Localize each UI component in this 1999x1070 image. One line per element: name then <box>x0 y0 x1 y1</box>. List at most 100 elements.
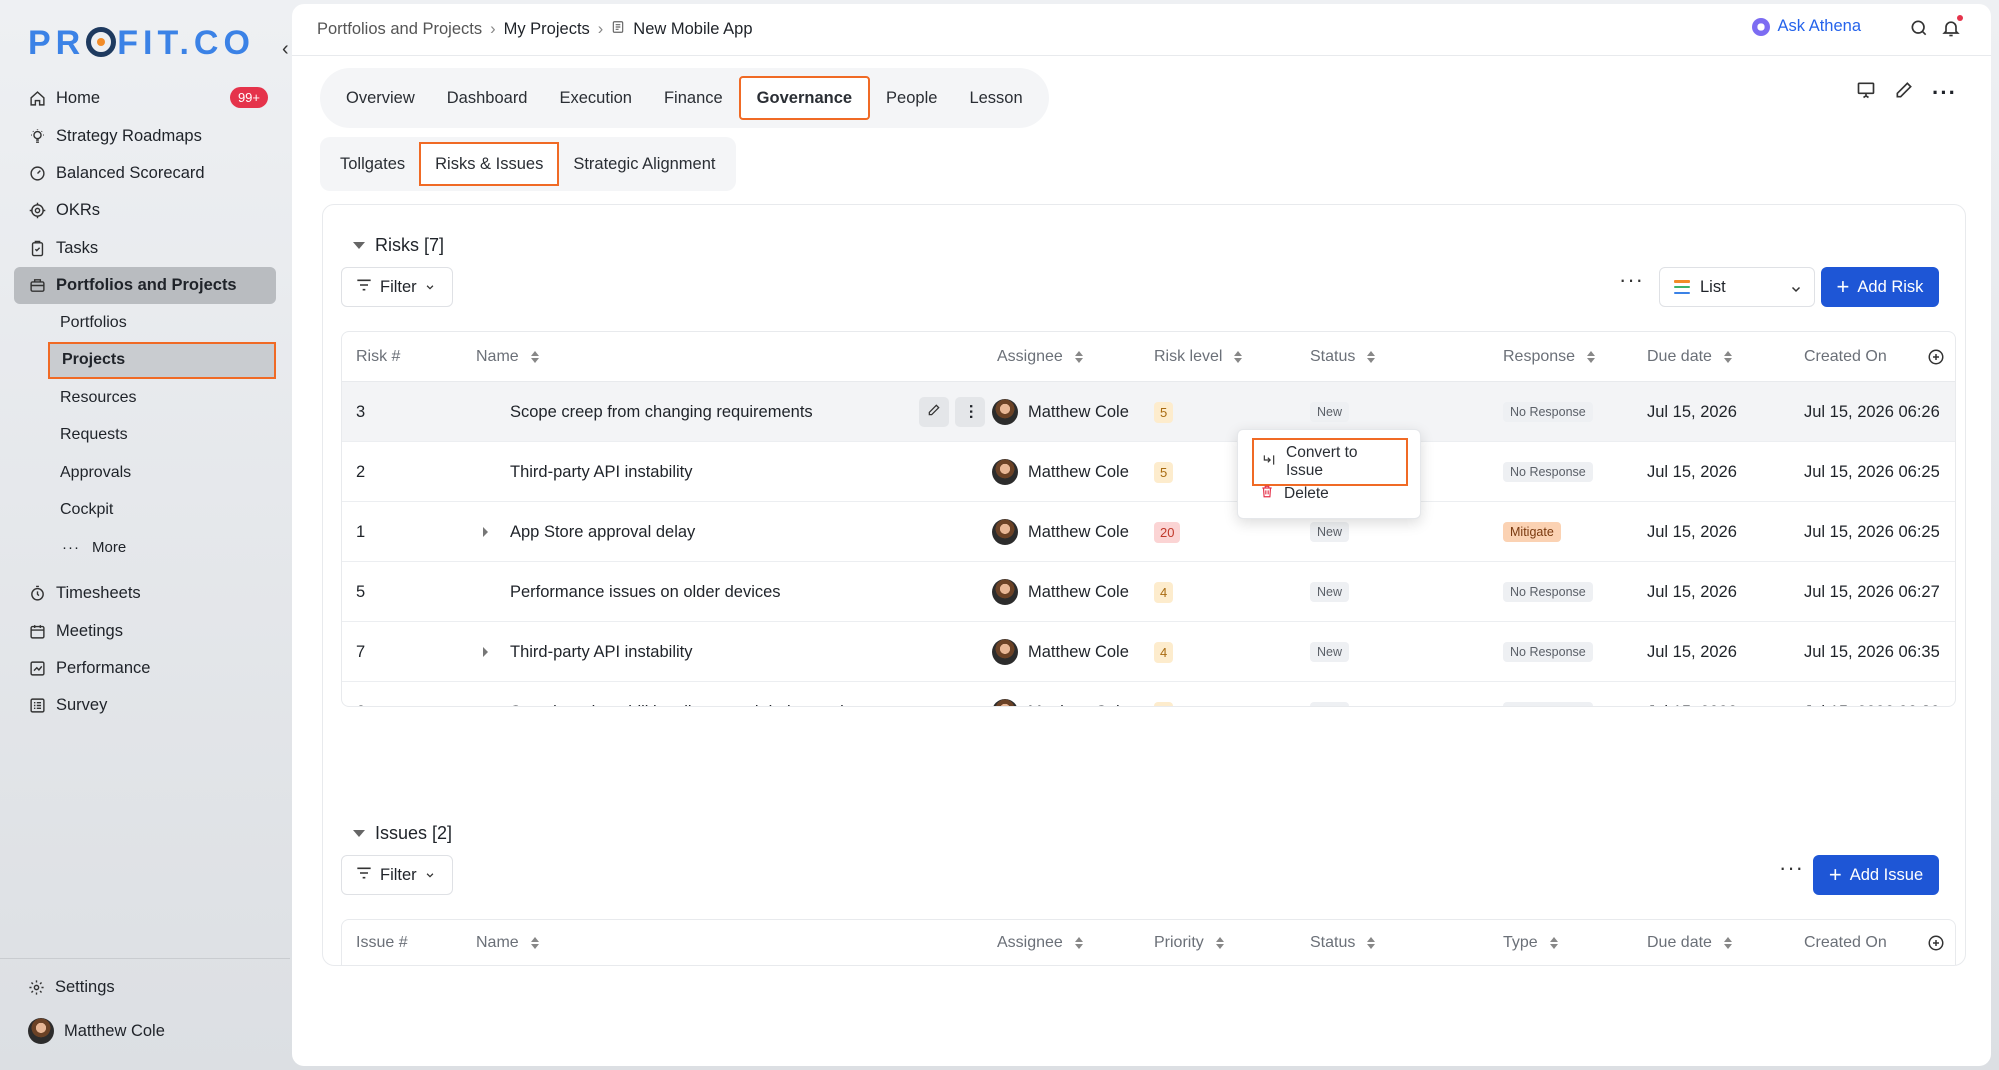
sidebar-item-meetings[interactable]: Meetings <box>14 612 276 649</box>
table-row[interactable]: 1 App Store approval delay Matthew Cole 20 N… <box>342 502 1955 562</box>
add-column-icon[interactable] <box>1927 348 1945 366</box>
tab-risks-issues[interactable]: Risks & Issues <box>419 142 560 186</box>
column-header-type[interactable]: Type <box>1503 934 1558 952</box>
column-header-assignee[interactable]: Assignee <box>997 934 1083 952</box>
sidebar-item-strategy-roadmaps[interactable]: Strategy Roadmaps <box>14 117 276 154</box>
response-cell[interactable]: No Response <box>1503 622 1593 682</box>
assignee[interactable]: Matthew Cole <box>992 562 1129 622</box>
tab-overview[interactable]: Overview <box>330 76 431 120</box>
table-row[interactable]: 7 Third-party API instability Matthew Cole… <box>342 622 1955 682</box>
tab-execution[interactable]: Execution <box>544 76 648 120</box>
sidebar-more[interactable]: ··· More <box>14 529 276 566</box>
status-cell[interactable]: New <box>1310 682 1350 706</box>
sidebar-item-performance[interactable]: Performance <box>14 650 276 687</box>
logo[interactable]: PR FIT.CO <box>28 24 255 63</box>
sidebar-subitem-requests[interactable]: Requests <box>14 417 276 454</box>
risk-name[interactable]: Third-party API instability <box>510 442 692 502</box>
assignee[interactable]: Matthew Cole <box>992 622 1129 682</box>
risks-section-toggle[interactable]: Risks [7] <box>353 235 444 256</box>
sidebar-item-tasks[interactable]: Tasks <box>14 230 276 267</box>
column-header-issue-number[interactable]: Issue # <box>356 934 408 952</box>
column-header-priority[interactable]: Priority <box>1154 934 1224 952</box>
view-select[interactable]: List <box>1659 267 1815 307</box>
table-row[interactable]: 2 Third-party API instability Matthew Cole… <box>342 442 1955 502</box>
risk-name[interactable]: Third-party API instability <box>510 622 692 682</box>
collapse-sidebar-icon[interactable]: ‹ <box>282 38 289 61</box>
issues-filter-button[interactable]: Filter <box>341 855 453 895</box>
response-cell[interactable]: No Response <box>1503 562 1593 622</box>
tab-tollgates[interactable]: Tollgates <box>326 142 419 186</box>
column-header-assignee[interactable]: Assignee <box>997 348 1083 366</box>
sidebar-item-balanced-scorecard[interactable]: Balanced Scorecard <box>14 155 276 192</box>
column-header-status[interactable]: Status <box>1310 934 1376 952</box>
status-cell[interactable]: New <box>1310 562 1350 622</box>
status-cell[interactable]: New <box>1310 622 1350 682</box>
sidebar-subitem-resources[interactable]: Resources <box>14 379 276 416</box>
risk-name[interactable]: App Store approval delay <box>510 502 695 562</box>
bell-icon[interactable] <box>1941 15 1963 43</box>
column-header-response[interactable]: Response <box>1503 348 1596 366</box>
ask-athena-button[interactable]: Ask Athena <box>1751 17 1861 36</box>
assignee[interactable]: Matthew Cole <box>992 502 1129 562</box>
tab-people[interactable]: People <box>870 76 953 120</box>
tab-finance[interactable]: Finance <box>648 76 739 120</box>
column-header-status[interactable]: Status <box>1310 348 1376 366</box>
add-column-icon[interactable] <box>1927 934 1945 952</box>
row-actions-button[interactable]: ··· <box>955 397 985 427</box>
sidebar-subitem-cockpit[interactable]: Cockpit <box>14 491 276 528</box>
presentation-icon[interactable] <box>1856 80 1876 105</box>
sidebar-subitem-portfolios[interactable]: Portfolios <box>14 304 276 341</box>
table-row[interactable]: 6 Security vulnerabilities discovered dur… <box>342 682 1955 707</box>
edit-icon[interactable] <box>1894 80 1914 105</box>
column-header-created-on[interactable]: Created On <box>1804 348 1887 366</box>
due-date: Jul 15, 2026 <box>1647 522 1737 541</box>
assignee[interactable]: Matthew Cole <box>992 382 1129 442</box>
add-risk-button[interactable]: + Add Risk <box>1821 267 1939 307</box>
column-header-due-date[interactable]: Due date <box>1647 348 1732 366</box>
search-icon[interactable] <box>1909 18 1929 43</box>
expand-row-icon[interactable] <box>483 527 488 537</box>
breadcrumb-portfolios-and-projects[interactable]: Portfolios and Projects <box>317 20 482 39</box>
risk-name[interactable]: Performance issues on older devices <box>510 562 781 622</box>
column-header-created-on[interactable]: Created On <box>1804 934 1887 952</box>
column-header-name[interactable]: Name <box>476 348 539 366</box>
column-header-risk-number[interactable]: Risk # <box>356 348 400 366</box>
response-cell[interactable]: No Response <box>1503 682 1593 706</box>
add-issue-button[interactable]: + Add Issue <box>1813 855 1939 895</box>
sidebar-item-settings[interactable]: Settings <box>28 978 115 997</box>
column-header-due-date[interactable]: Due date <box>1647 934 1732 952</box>
assignee[interactable]: Matthew Cole <box>992 442 1129 502</box>
tab-strategic-alignment[interactable]: Strategic Alignment <box>559 142 729 186</box>
sidebar-subitem-approvals[interactable]: Approvals <box>14 454 276 491</box>
sidebar-item-survey[interactable]: Survey <box>14 687 276 724</box>
table-row[interactable]: 3 Scope creep from changing requirements ·… <box>342 382 1955 442</box>
sidebar-item-okrs[interactable]: OKRs <box>14 192 276 229</box>
response-cell[interactable]: No Response <box>1503 382 1593 442</box>
risk-name[interactable]: Security vulnerabilities discovered duri… <box>510 682 862 707</box>
issues-section-toggle[interactable]: Issues [2] <box>353 823 452 844</box>
table-row[interactable]: 5 Performance issues on older devices Matt… <box>342 562 1955 622</box>
tab-governance[interactable]: Governance <box>738 76 871 120</box>
response-cell[interactable]: Mitigate <box>1503 502 1561 562</box>
breadcrumb-my-projects[interactable]: My Projects <box>504 20 590 39</box>
risks-filter-button[interactable]: Filter <box>341 267 453 307</box>
sidebar-item-timesheets[interactable]: Timesheets <box>14 575 276 612</box>
sidebar-item-portfolios-and-projects[interactable]: Portfolios and Projects <box>14 266 276 305</box>
expand-row-icon[interactable] <box>483 647 488 657</box>
more-options-icon[interactable]: ··· <box>1932 81 1957 103</box>
risks-more-icon[interactable]: ··· <box>1619 267 1644 293</box>
assignee[interactable]: Matthew Cole <box>992 682 1129 706</box>
sidebar-subitem-projects[interactable]: Projects <box>48 341 276 380</box>
column-header-risk-level[interactable]: Risk level <box>1154 348 1243 366</box>
edit-row-button[interactable] <box>919 397 949 427</box>
response-cell[interactable]: No Response <box>1503 442 1593 502</box>
convert-to-issue-menu-item[interactable]: Convert to Issue <box>1252 438 1408 486</box>
tab-dashboard[interactable]: Dashboard <box>431 76 544 120</box>
tab-lesson[interactable]: Lesson <box>953 76 1038 120</box>
delete-menu-item[interactable]: Delete <box>1260 484 1329 504</box>
column-header-name[interactable]: Name <box>476 934 539 952</box>
risk-name[interactable]: Scope creep from changing requirements <box>510 382 813 442</box>
user-profile[interactable]: Matthew Cole <box>28 1018 165 1044</box>
sidebar-item-home[interactable]: Home 99+ <box>14 80 276 117</box>
issues-more-icon[interactable]: ··· <box>1779 855 1804 881</box>
